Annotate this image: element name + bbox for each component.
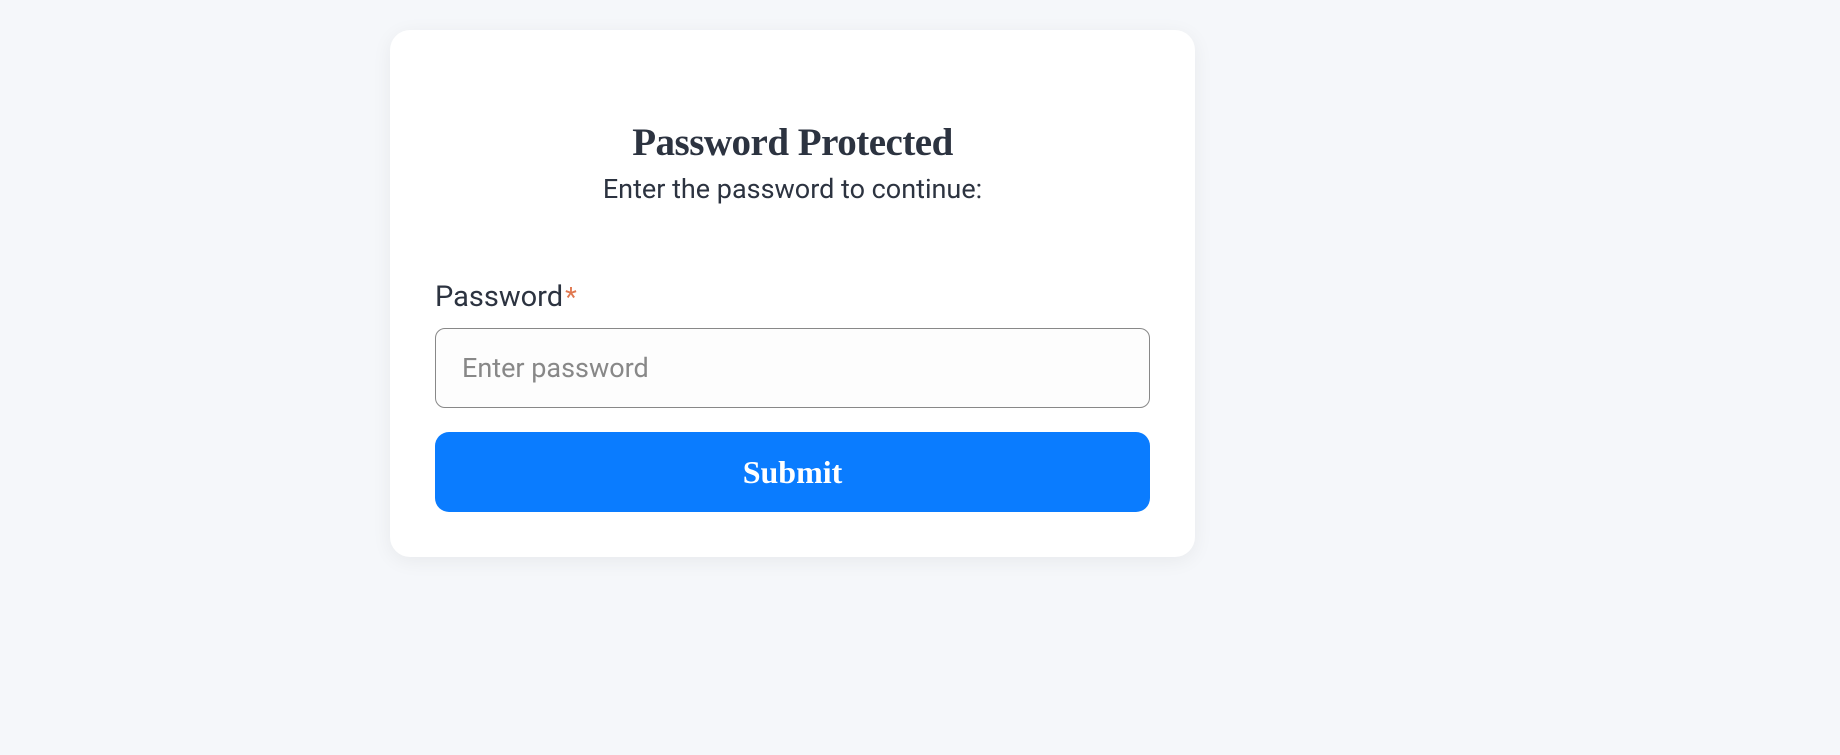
password-label-row: Password * [435, 280, 1150, 314]
password-input[interactable] [435, 328, 1150, 408]
password-card: Password Protected Enter the password to… [390, 30, 1195, 557]
page-subtitle: Enter the password to continue: [435, 173, 1150, 205]
required-indicator: * [565, 281, 577, 313]
page-title: Password Protected [435, 120, 1150, 165]
password-label: Password [435, 280, 563, 314]
submit-button[interactable]: Submit [435, 432, 1150, 512]
